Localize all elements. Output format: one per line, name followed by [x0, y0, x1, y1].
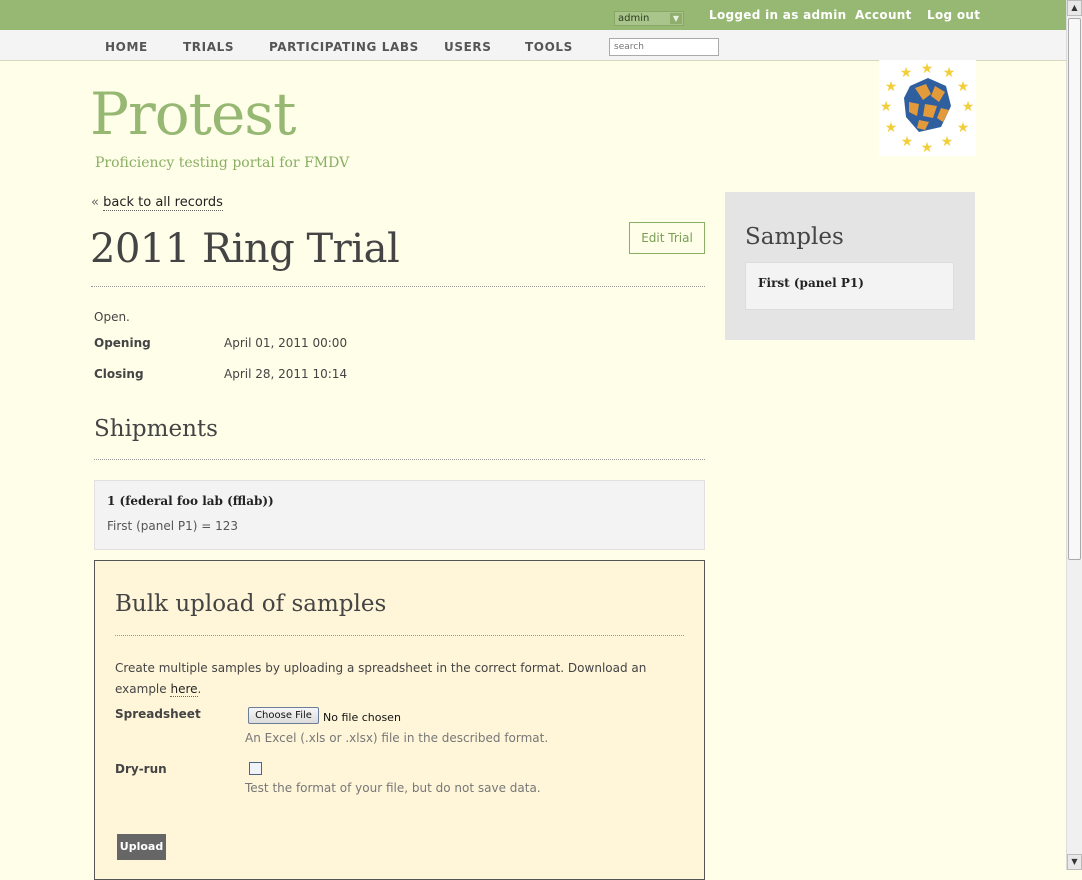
samples-heading: Samples	[745, 224, 844, 250]
vertical-scrollbar[interactable]: ▲ ▼	[1066, 0, 1082, 870]
spreadsheet-label: Spreadsheet	[115, 707, 201, 721]
page-title: 2011 Ring Trial	[90, 226, 400, 272]
site-logo[interactable]: Protest	[90, 80, 296, 148]
svg-text:★: ★	[943, 65, 956, 81]
bulk-upload-form: Bulk upload of samples Create multiple s…	[94, 560, 705, 880]
bulk-intro-end: .	[197, 682, 202, 696]
svg-text:★: ★	[900, 65, 913, 81]
svg-text:★: ★	[941, 134, 954, 150]
samples-panel: Samples First (panel P1)	[725, 192, 975, 340]
svg-text:★: ★	[880, 99, 893, 115]
svg-text:★: ★	[885, 120, 898, 136]
bulk-divider	[115, 635, 684, 636]
opening-label: Opening	[94, 336, 151, 350]
logged-in-text: Logged in as admin	[709, 8, 847, 22]
dryrun-hint: Test the format of your file, but do not…	[245, 781, 541, 795]
sample-item-label[interactable]: First (panel P1)	[758, 276, 864, 290]
closing-value: April 28, 2011 10:14	[224, 367, 348, 381]
upload-button[interactable]: Upload	[117, 834, 166, 860]
title-divider	[91, 286, 705, 287]
nav-home[interactable]: HOME	[105, 40, 148, 54]
svg-text:★: ★	[957, 120, 970, 136]
edit-trial-button[interactable]: Edit Trial	[629, 222, 705, 254]
shipment-item: 1 (federal foo lab (fflab)) First (panel…	[94, 480, 705, 550]
account-link[interactable]: Account	[855, 8, 912, 22]
shipments-heading: Shipments	[94, 416, 218, 442]
dryrun-label: Dry-run	[115, 762, 167, 776]
scrollbar-thumb[interactable]	[1068, 18, 1081, 560]
svg-text:★: ★	[921, 61, 934, 77]
top-bar: admin ▼ Logged in as admin Account Log o…	[0, 0, 1066, 30]
nav-trials[interactable]: TRIALS	[183, 40, 234, 54]
no-file-text: No file chosen	[323, 711, 401, 724]
choose-file-button[interactable]: Choose File	[248, 707, 319, 724]
bulk-upload-heading: Bulk upload of samples	[115, 591, 387, 617]
shipment-sample-line: First (panel P1) = 123	[107, 519, 238, 533]
bulk-intro: Create multiple samples by uploading a s…	[115, 658, 685, 700]
shipment-title[interactable]: 1 (federal foo lab (fflab))	[107, 494, 274, 508]
main-nav: HOME TRIALS PARTICIPATING LABS USERS TOO…	[0, 30, 1066, 61]
svg-text:★: ★	[885, 79, 898, 95]
back-arrow-icon: «	[91, 195, 99, 210]
site-tagline: Proficiency testing portal for FMDV	[95, 155, 350, 171]
svg-text:★: ★	[921, 140, 934, 156]
user-select-value: admin	[618, 13, 650, 24]
logout-link[interactable]: Log out	[927, 8, 980, 22]
breadcrumb: « back to all records	[91, 195, 223, 211]
spreadsheet-hint: An Excel (.xls or .xlsx) file in the des…	[245, 731, 549, 745]
svg-text:★: ★	[957, 79, 970, 95]
nav-users[interactable]: USERS	[444, 40, 491, 54]
dryrun-checkbox[interactable]	[249, 762, 262, 775]
chevron-down-icon[interactable]: ▼	[670, 13, 682, 24]
closing-label: Closing	[94, 367, 144, 381]
nav-participating-labs[interactable]: PARTICIPATING LABS	[269, 40, 419, 54]
scroll-down-icon[interactable]: ▼	[1067, 854, 1082, 870]
search-input[interactable]	[609, 38, 719, 56]
nav-tools[interactable]: TOOLS	[525, 40, 573, 54]
svg-text:★: ★	[901, 134, 914, 150]
shipments-divider	[94, 459, 705, 460]
example-download-link[interactable]: here	[170, 682, 198, 697]
scroll-up-icon[interactable]: ▲	[1067, 0, 1082, 16]
user-select[interactable]: admin ▼	[614, 11, 684, 26]
opening-value: April 01, 2011 00:00	[224, 336, 348, 350]
back-link[interactable]: back to all records	[103, 195, 223, 211]
eu-emblem-icon: ★ ★ ★ ★ ★ ★ ★ ★ ★ ★ ★ ★	[879, 60, 976, 156]
sample-item: First (panel P1)	[745, 262, 954, 310]
trial-status: Open.	[94, 310, 130, 324]
svg-text:★: ★	[962, 99, 975, 115]
